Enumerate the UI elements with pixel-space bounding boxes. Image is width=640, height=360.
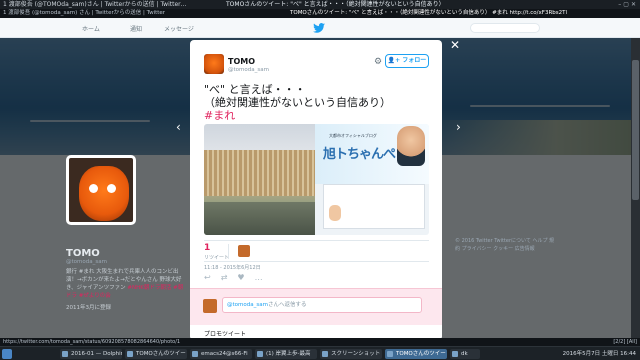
- nav-home[interactable]: ホーム: [82, 24, 100, 33]
- fox-mascot-image: [79, 166, 129, 221]
- photo-blog-screenshot: 大都市オフィシャルブログ 旭トちゃんぺ: [315, 124, 429, 235]
- blog-subtitle: 大都市オフィシャルブログ: [329, 133, 377, 138]
- close-icon[interactable]: ✕: [450, 39, 460, 51]
- tweet-hashtag[interactable]: #まれ: [204, 109, 429, 122]
- tweet-author-name[interactable]: TOMO: [228, 57, 255, 66]
- taskbar-item[interactable]: dk: [450, 349, 480, 359]
- window-title-left: 1 渡部俊吾 (@TOMOda_sam)さん | Twitterからの送信 | …: [3, 1, 187, 8]
- window-titlebar: 1 渡部俊吾 (@TOMOda_sam)さん | Twitterからの送信 | …: [0, 0, 640, 9]
- status-position: [2/2] [All]: [613, 339, 637, 345]
- mascot-eye: [89, 184, 98, 193]
- promoted-label: プロモツイート: [204, 331, 247, 338]
- tab-active[interactable]: TOMOさんのツイート: "べ" と言えば・・・（絶対関連性がないという自信あり…: [290, 9, 567, 18]
- nav-notifications[interactable]: 通知: [130, 24, 142, 33]
- retweet-label: リツイート: [204, 255, 230, 261]
- taskbar-item[interactable]: emacs24@s66-Fi: [190, 349, 252, 359]
- blog-body: [323, 184, 425, 229]
- more-icon[interactable]: …: [255, 273, 273, 282]
- blog-portrait: [397, 126, 425, 166]
- system-clock[interactable]: 2016年5月7日 土曜日 16:44: [563, 349, 636, 359]
- twitter-bird-icon[interactable]: [313, 23, 325, 33]
- reply-composer: @tomoda_samさんへ返信する: [190, 288, 442, 325]
- profile-avatar[interactable]: [66, 155, 136, 225]
- retweet-count[interactable]: 1: [204, 243, 210, 253]
- photo-fence: [204, 150, 315, 196]
- footer-links[interactable]: © 2016 Twitter Twitterについて ヘルプ 規約 プライバシー…: [455, 237, 555, 253]
- blog-title: 旭トちゃんぺ: [323, 147, 396, 162]
- tweet-line-1: "べ" と言えば・・・: [204, 83, 306, 96]
- taskbar-item[interactable]: TOMOさんのツイート: [125, 349, 187, 359]
- tab-strip: 1 渡部俊吾 (@tomoda_sam) さん | Twitterからの送信 |…: [0, 9, 640, 18]
- window-controls[interactable]: –▢✕: [618, 0, 638, 9]
- follow-label: フォロー: [402, 57, 427, 64]
- search-input[interactable]: [470, 23, 540, 33]
- follow-icon: 👤+: [387, 57, 401, 64]
- stats-divider: [228, 244, 229, 259]
- like-icon[interactable]: ♥: [237, 273, 254, 282]
- profile-name: TOMO: [66, 248, 100, 259]
- window-title: TOMOさんのツイート: "べ" と言えば・・・（絶対関連性がないという自信あり…: [226, 1, 445, 8]
- taskbar: 2016-01 — Dolphin TOMOさんのツイート emacs24@s6…: [0, 346, 640, 360]
- tweet-text: "べ" と言えば・・・ （絶対関連性がないという自信あり） #まれ: [204, 83, 429, 122]
- reply-avatar: [203, 299, 217, 313]
- retweeter-avatar[interactable]: [238, 245, 250, 257]
- profile-bio: 銀行 #まれ 大阪生まれで兵庫人人のコンビ出演！→ボカンが来たよ→だとやんさん …: [66, 268, 186, 300]
- tab-left[interactable]: 1 渡部俊吾 (@tomoda_sam) さん | Twitterからの送信 |…: [3, 9, 165, 18]
- photo-fence-road: [204, 124, 315, 235]
- profile-joined-date: 2011年3月に登録: [66, 305, 111, 311]
- photo-road: [204, 202, 315, 235]
- next-photo-arrow-icon[interactable]: ›: [456, 120, 461, 134]
- status-url: https://twitter.com/tomoda_sam/status/60…: [3, 339, 181, 345]
- nav-messages[interactable]: メッセージ: [164, 24, 194, 33]
- reply-icon[interactable]: ↩: [204, 273, 221, 282]
- reply-input[interactable]: @tomoda_samさんへ返信する: [222, 297, 422, 313]
- tweet-modal: TOMO @tomoda_sam ⚙ 👤+ フォロー "べ" と言えば・・・ （…: [190, 40, 442, 340]
- taskbar-item-active[interactable]: TOMOさんのツイート: [385, 349, 447, 359]
- tweet-stats: 1 リツイート: [204, 240, 429, 262]
- start-menu-icon[interactable]: [2, 349, 12, 359]
- tweet-author-avatar[interactable]: [204, 54, 224, 74]
- taskbar-item[interactable]: スクリーンショット: [320, 349, 382, 359]
- tweet-actions: ↩⇄♥…: [204, 273, 273, 282]
- tweet-photo[interactable]: 大都市オフィシャルブログ 旭トちゃんぺ: [204, 124, 429, 235]
- reply-placeholder: さんへ返信する: [267, 302, 307, 308]
- profile-handle[interactable]: @tomoda_sam: [66, 259, 107, 265]
- tweet-line-2: （絶対関連性がないという自信あり）: [204, 96, 391, 109]
- tweet-author-handle[interactable]: @tomoda_sam: [228, 67, 269, 73]
- taskbar-item[interactable]: (1) 岸翼上歩-最高: [255, 349, 317, 359]
- blog-small-portrait: [329, 205, 341, 221]
- browser-status-bar: https://twitter.com/tomoda_sam/status/60…: [0, 338, 640, 346]
- taskbar-item[interactable]: 2016-01 — Dolphin: [60, 349, 122, 359]
- retweet-icon[interactable]: ⇄: [221, 273, 238, 282]
- scrollbar-thumb[interactable]: [632, 60, 639, 200]
- follow-button[interactable]: 👤+ フォロー: [385, 54, 429, 68]
- gear-icon[interactable]: ⚙: [374, 57, 382, 67]
- reply-mention: @tomoda_sam: [227, 302, 268, 308]
- tweet-timestamp[interactable]: 11:18 - 2015年6月12日: [204, 264, 261, 271]
- twitter-navbar: ホーム 通知 メッセージ: [0, 18, 640, 38]
- previous-photo-arrow-icon[interactable]: ‹: [176, 120, 181, 134]
- mascot-eye: [107, 184, 116, 193]
